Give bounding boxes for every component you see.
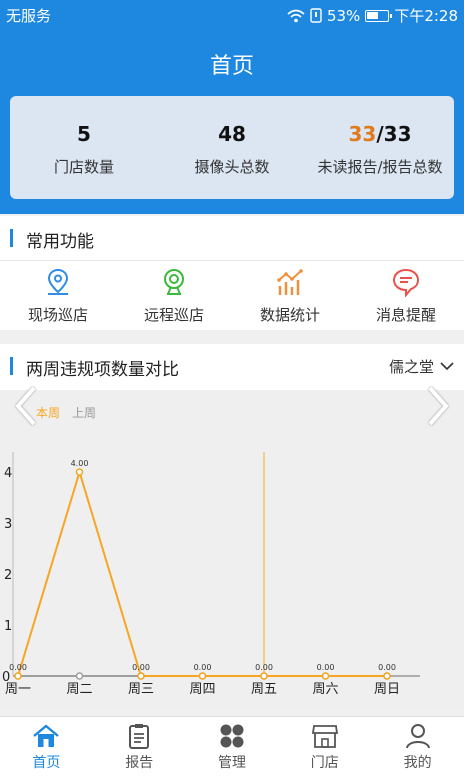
clock: 下午2:28 [394,7,458,25]
nav-manage[interactable]: 管理 [186,717,279,778]
data-label: 0.00 [132,663,150,672]
stats-card: 5 门店数量 48 摄像头总数 33/33 未读报告/报告总数 [10,96,454,199]
feature-remote-inspection[interactable]: 远程巡店 [116,261,232,331]
series-line [17,468,387,677]
data-point[interactable] [321,672,330,680]
feature-label: 远程巡店 [143,306,204,324]
data-point[interactable] [75,468,84,476]
chevron-left-icon[interactable] [12,384,38,428]
y-tick-label: 4 [4,466,12,481]
data-label: 0.00 [378,663,396,672]
stat-report-count[interactable]: 33/33 未读报告/报告总数 [306,96,454,199]
stat-value: 5 [77,122,91,146]
carrier-label: 无服务 [6,7,52,25]
x-tick-label: 周四 [189,682,215,697]
section-title: 两周违规项数量对比 [26,360,179,380]
nav-mine[interactable]: 我的 [371,717,464,778]
stat-store-count[interactable]: 5 门店数量 [10,96,158,199]
section-marker [10,229,13,247]
user-icon [405,724,430,749]
stat-value: 48 [218,122,246,146]
line-chart: 01234周一 周二 周三 周四 周五 周六 周日0.004.000.00 0.00 0.00 0… [2,452,420,697]
message-icon [392,268,420,297]
nav-label: 报告 [125,755,154,771]
data-point[interactable] [260,672,268,680]
feature-message-reminder[interactable]: 消息提醒 [348,261,464,331]
data-label: 4.00 [71,459,89,468]
data-label: 0.00 [194,663,212,672]
x-tick-label: 周六 [312,682,338,697]
unread-count: 33 [348,122,377,146]
nav-report[interactable]: 报告 [93,717,186,778]
data-label: 0.00 [9,663,27,672]
store-icon [311,725,338,748]
data-point[interactable] [383,672,391,680]
feature-onsite-inspection[interactable]: 现场巡店 [0,261,116,331]
stat-label: 摄像头总数 [194,158,270,176]
feature-statistics[interactable]: 数据统计 [232,261,348,331]
nav-store[interactable]: 门店 [278,717,371,778]
x-tick-label: 周一 [5,682,31,697]
clipboard-icon [129,724,150,749]
chart-area: 本周 上周 0 1 2 3 4 周一 周二 周三 周四 周五 周六 周日 0.00 4.00 0.00 0.0… [0,386,464,708]
x-tick-label: 周三 [128,682,154,697]
section-title: 常用功能 [26,232,94,252]
data-point[interactable] [75,672,84,680]
section-marker [10,357,13,375]
stat-label: 未读报告/报告总数 [317,158,443,176]
battery-icon [365,9,393,22]
top-bar: 无服务 53% 下午2:28 首页 5 门店数量 48 摄像头总数 33/33 … [0,0,464,214]
chevron-down-icon [440,362,454,371]
bar-chart-icon [277,269,303,295]
nav-home[interactable]: 首页 [0,717,93,778]
grid-icon [220,724,244,748]
nav-label: 管理 [217,755,246,771]
sim-icon [310,8,322,23]
feature-label: 现场巡店 [27,306,88,324]
y-tick-label: 3 [4,517,12,532]
battery-percent: 53% [326,6,361,25]
chevron-right-icon[interactable] [426,384,452,428]
stat-value: 33/33 [306,122,454,146]
webcam-icon [164,269,184,295]
home-icon [33,724,60,747]
y-tick-label: 1 [4,619,12,634]
data-label: 0.00 [255,663,273,672]
nav-label: 首页 [32,755,61,771]
location-pin-icon [47,268,69,295]
data-label: 0.00 [317,663,335,672]
status-bar: 无服务 53% 下午2:28 [0,0,464,30]
store-dropdown-value: 儒之堂 [388,358,434,376]
y-tick-label: 2 [4,568,12,583]
store-dropdown[interactable]: 儒之堂 [389,356,454,377]
data-point[interactable] [14,672,22,680]
feature-label: 消息提醒 [375,306,436,324]
common-functions-section: 常用功能 现场巡店 远程巡店 数据统计 消息提醒 [0,216,464,330]
stat-label: 门店数量 [53,158,114,176]
x-tick-label: 周五 [251,682,277,697]
data-point[interactable] [198,672,207,680]
x-tick-label: 周日 [374,682,400,697]
bottom-nav: 首页 报告 管理 门店 我的 [0,716,464,778]
feature-label: 数据统计 [259,306,320,324]
x-tick-label: 周二 [66,682,92,697]
nav-label: 门店 [310,755,339,771]
data-point[interactable] [137,672,145,680]
page-title: 首页 [209,54,254,79]
nav-label: 我的 [403,755,432,771]
wifi-icon [287,9,305,22]
stat-camera-count[interactable]: 48 摄像头总数 [158,96,306,199]
total-count: /33 [376,122,412,146]
comparison-section-header: 两周违规项数量对比 儒之堂 [0,344,464,390]
